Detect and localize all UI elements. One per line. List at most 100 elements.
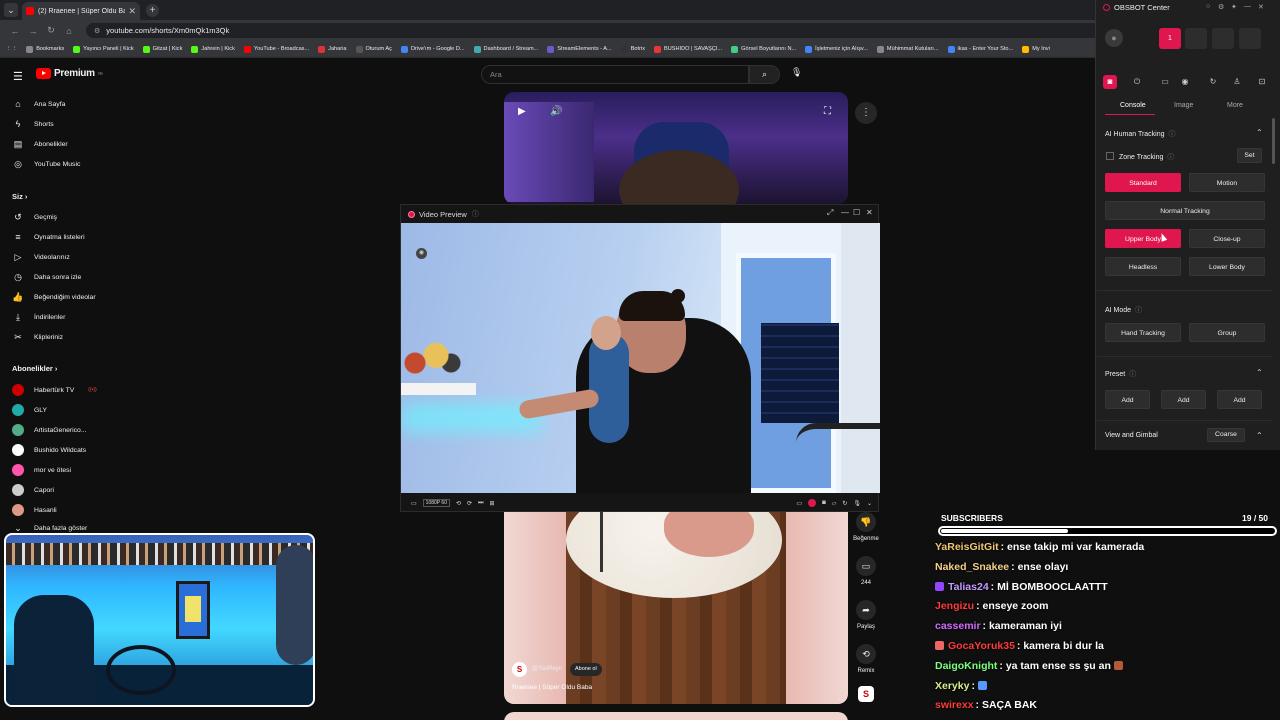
close-tab-icon[interactable]: ✕ (128, 6, 136, 17)
device-slot-1[interactable]: 1 (1159, 28, 1181, 49)
sidebar-item-you-0[interactable]: ↺ Geçmiş (12, 212, 57, 223)
power-icon[interactable]: ⏻ (1130, 75, 1144, 89)
back-icon[interactable]: ← (8, 26, 22, 36)
sound-avatar[interactable]: S (858, 686, 874, 702)
chevron-down-icon[interactable]: ⌄ (867, 500, 872, 507)
collapse-icon[interactable]: ⌃ (1256, 128, 1263, 137)
resolution-badge[interactable]: 1080P 60 (422, 499, 450, 507)
pin-icon[interactable]: ✦ (1231, 3, 1237, 11)
record-icon[interactable]: ◉ (1178, 75, 1192, 89)
tab-console[interactable]: Console (1120, 102, 1146, 109)
subscription-channel[interactable]: mor ve ötesi (12, 464, 71, 476)
subscription-channel[interactable]: GLY (12, 404, 47, 416)
bookmark-item[interactable]: Mühimmat Kutuları... (876, 45, 939, 53)
zone-set-button[interactable]: Set (1237, 148, 1262, 163)
short-video-frame[interactable]: S @YasReyn Abone ol Rraenee | Süper Oldu… (504, 512, 848, 704)
channel-handle[interactable]: @YasReyn (532, 666, 562, 672)
normal-tracking-button[interactable]: Normal Tracking (1105, 201, 1265, 220)
subscription-channel[interactable]: Bushido Wildcats (12, 444, 86, 456)
group-button[interactable]: Group (1189, 323, 1265, 342)
bookmark-item[interactable]: Oturum Aç (355, 45, 392, 53)
info-icon[interactable]: ⓘ (1135, 307, 1142, 314)
fullscreen-icon[interactable]: ⛶ (824, 106, 831, 117)
bookmark-item[interactable]: Yayıncı Paneli | Kick (73, 45, 134, 53)
bookmark-item[interactable]: İşletmeniz için Alışv... (805, 45, 868, 53)
new-tab-button[interactable]: + (146, 3, 159, 17)
site-info-icon[interactable]: ⚙ (94, 27, 100, 35)
bookmark-item[interactable]: StreamElements - A... (547, 45, 612, 53)
share-button[interactable]: ➦ Paylaş (848, 600, 884, 630)
subscription-channel[interactable]: Capori (12, 484, 54, 496)
bookmark-item[interactable]: Görsel Boyutlarını N... (731, 45, 796, 53)
sidebar-subscriptions-header[interactable]: Abonelikler › (12, 364, 57, 373)
redo-icon[interactable]: ⟳ (467, 500, 472, 507)
bookmark-item[interactable]: My Invi (1022, 45, 1050, 53)
folder-icon[interactable]: ▱ (832, 500, 837, 507)
standard-button[interactable]: Standard (1105, 173, 1181, 192)
sidebar-item-home[interactable]: ⌂ Ana Sayfa (12, 99, 65, 109)
window-icon[interactable]: ⊡ (1255, 75, 1269, 89)
maximize-icon[interactable]: ☐ (853, 208, 860, 217)
play-icon[interactable]: ▶ (518, 106, 526, 117)
more-options-icon[interactable]: ⋮ (855, 102, 877, 124)
motion-button[interactable]: Motion (1189, 173, 1265, 192)
subscription-channel[interactable]: ArtistaGenerico... (12, 424, 87, 436)
browser-tab[interactable]: (2) Rraenee | Süper Oldu Baba ✕ (22, 2, 140, 20)
info-icon[interactable]: ⓘ (1169, 131, 1176, 138)
subscription-channel[interactable]: Habertürk TV ((•)) (12, 384, 97, 396)
microphone-icon[interactable]: 🎙 (791, 67, 802, 78)
sidebar-you-header[interactable]: Siz › (12, 192, 27, 201)
preset-add-button-2[interactable]: Add (1161, 390, 1206, 409)
dislike-button[interactable]: 👎 Beğenme (848, 512, 884, 542)
reset-icon[interactable]: ⟲ (456, 500, 461, 507)
youtube-logo[interactable]: Premium TR (36, 68, 103, 79)
close-icon[interactable]: ✕ (866, 208, 873, 217)
sidebar-item-you-6[interactable]: ✂ Klipleriniz (12, 332, 63, 343)
bookmark-item[interactable]: Jahrein | Kick (191, 45, 235, 53)
bookmark-item[interactable]: Jaharia (318, 45, 347, 53)
sidebar-item-you-5[interactable]: ⤓ İndirilenler (12, 312, 65, 323)
settings-icon[interactable]: ⚙ (1218, 3, 1224, 11)
info-icon[interactable]: ⓘ (1129, 371, 1136, 378)
remix-button[interactable]: ⟲ Remix (848, 644, 884, 674)
aspect-icon[interactable]: ▭ (411, 500, 417, 507)
camera-tool-icon[interactable]: ◙ (1103, 75, 1117, 89)
collapse-icon[interactable]: ⌃ (1256, 368, 1263, 377)
hand-tracking-button[interactable]: Hand Tracking (1105, 323, 1181, 342)
upper-body-button[interactable]: Upper Body (1105, 229, 1181, 248)
bookmark-item[interactable]: BUSHIDO | SAVAŞÇI... (654, 45, 722, 53)
close-icon[interactable]: ✕ (1258, 3, 1264, 11)
gimbal-mode-select[interactable]: Coarse (1207, 428, 1245, 442)
bookmark-item[interactable]: Drive'ım - Google D... (400, 45, 465, 53)
volume-icon[interactable]: 🔊 (550, 106, 562, 117)
camera-mode-icon[interactable]: ◉ (416, 248, 427, 259)
zone-tracking-checkbox[interactable] (1106, 152, 1114, 160)
bookmark-item[interactable]: Dashboard / Stream... (473, 45, 538, 53)
apps-icon[interactable]: ⋮⋮ (6, 46, 17, 52)
sidebar-item-music[interactable]: ◎ YouTube Music (12, 159, 80, 170)
layout-icon[interactable]: ⊞ (489, 500, 494, 507)
sidebar-item-subscriptions[interactable]: ▤ Abonelikler (12, 139, 68, 150)
mic-icon[interactable]: 🎙 (853, 500, 861, 507)
scrollbar[interactable] (1272, 118, 1275, 164)
forward-icon[interactable]: → (26, 26, 40, 36)
device-slot-3[interactable] (1212, 28, 1234, 49)
preset-add-button-1[interactable]: Add (1105, 390, 1150, 409)
device-slot-4[interactable] (1239, 28, 1261, 49)
expand-icon[interactable]: ⤢ (827, 208, 833, 218)
sidebar-item-you-3[interactable]: ◷ Daha sonra izle (12, 272, 81, 283)
headless-button[interactable]: Headless (1105, 257, 1181, 276)
subscription-channel[interactable]: Hasanli (12, 504, 57, 516)
tab-search-icon[interactable]: ⌄ (4, 3, 18, 17)
info-icon[interactable]: ⓘ (1167, 154, 1174, 161)
menu-icon[interactable]: ☰ (13, 70, 23, 83)
search-button[interactable]: ⌕ (749, 65, 780, 84)
reload-icon[interactable]: ↻ (44, 25, 58, 36)
video-icon[interactable]: ▭ (1158, 75, 1172, 89)
device-slot-2[interactable] (1185, 28, 1207, 49)
sidebar-item-you-4[interactable]: 👍 Beğendiğim videolar (12, 292, 95, 303)
bookmark-item[interactable]: ikas - Enter Your Sto... (947, 45, 1013, 53)
bookmark-item[interactable]: Gitzat | Kick (142, 45, 182, 53)
minimize-icon[interactable]: — (841, 208, 849, 217)
url-field[interactable]: ⚙ youtube.com/shorts/Xm0mQk1m3Qk (86, 23, 1146, 38)
